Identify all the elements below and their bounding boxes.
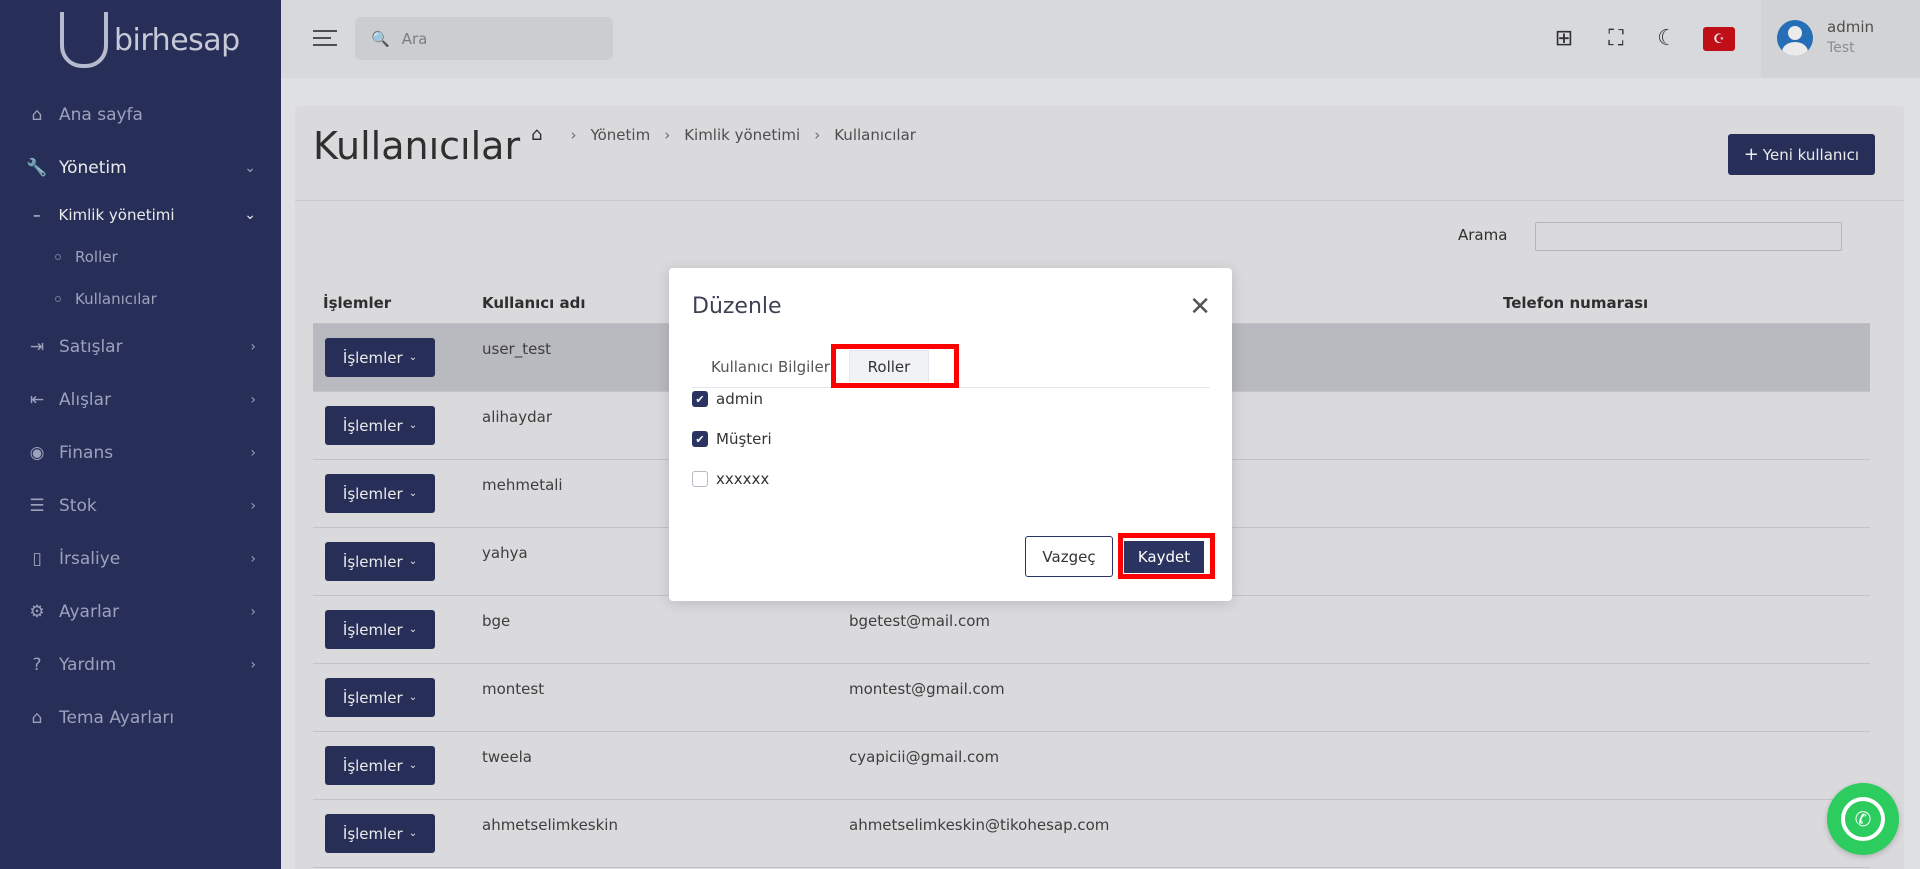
whatsapp-icon: ✆ — [1841, 797, 1885, 841]
checkbox-unchecked-icon[interactable] — [692, 471, 708, 487]
highlight-box — [1118, 533, 1215, 579]
role-label: xxxxxx — [716, 470, 770, 488]
role-checkbox-xxxxxx[interactable]: xxxxxx — [692, 470, 769, 488]
close-icon[interactable]: ✕ — [1189, 294, 1211, 320]
cancel-button[interactable]: Vazgeç — [1025, 536, 1113, 577]
role-checkbox-admin[interactable]: ✔ admin — [692, 390, 763, 408]
checkbox-checked-icon[interactable]: ✔ — [692, 391, 708, 407]
edit-modal: Düzenle ✕ Kullanıcı Bilgileri Roller ✔ a… — [669, 268, 1232, 601]
role-checkbox-musteri[interactable]: ✔ Müşteri — [692, 430, 772, 448]
modal-title: Düzenle — [692, 294, 782, 319]
tab-user-info[interactable]: Kullanıcı Bilgileri — [711, 358, 834, 376]
role-label: Müşteri — [716, 430, 772, 448]
role-label: admin — [716, 390, 763, 408]
highlight-box — [831, 344, 959, 388]
checkbox-checked-icon[interactable]: ✔ — [692, 431, 708, 447]
whatsapp-button[interactable]: ✆ — [1827, 783, 1899, 855]
